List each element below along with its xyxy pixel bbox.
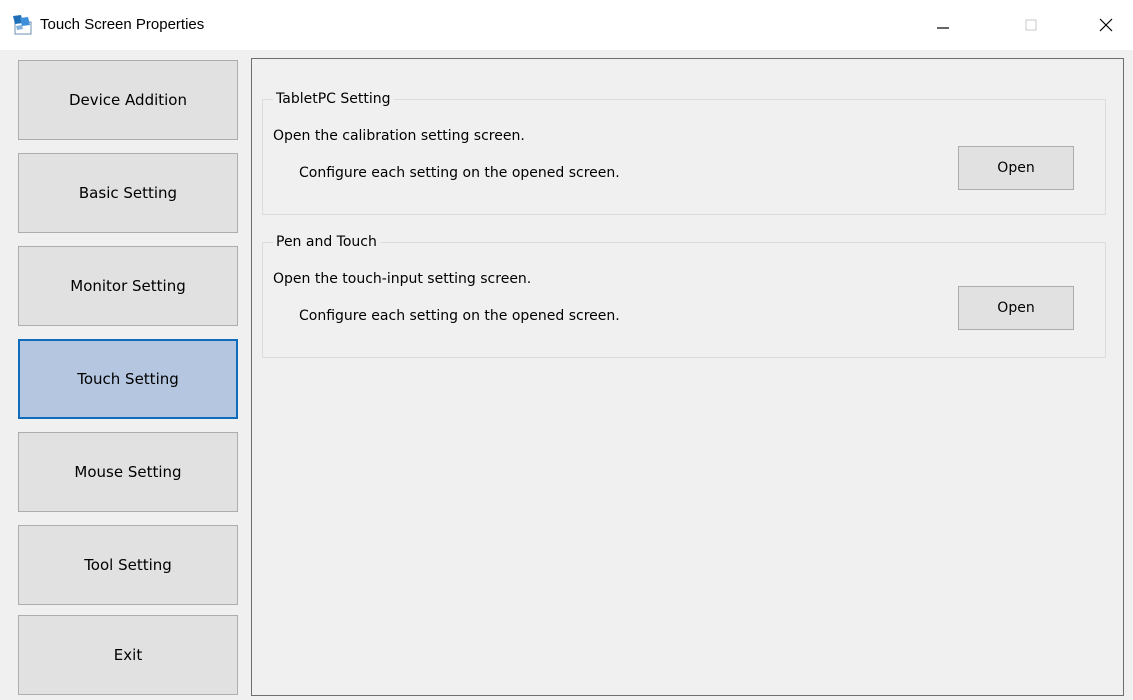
nav-button-label: Monitor Setting <box>70 277 186 295</box>
nav-button-label: Basic Setting <box>78 184 178 202</box>
open-touch-input-button[interactable]: Open <box>958 286 1074 330</box>
nav-button-label: Exit <box>113 646 143 664</box>
close-icon <box>1099 18 1113 32</box>
content-panel: TabletPC Setting Open the calibration se… <box>251 58 1124 696</box>
window-body: Device Addition Basic Setting Monitor Se… <box>0 50 1133 700</box>
minimize-icon <box>937 27 949 29</box>
nav-button-label: Touch Setting <box>77 370 179 388</box>
group-pen-and-touch: Pen and Touch Open the touch-input setti… <box>262 232 1106 358</box>
app-icon <box>12 14 34 36</box>
nav-button-exit[interactable]: Exit <box>18 615 238 695</box>
group-tabletpc-setting: TabletPC Setting Open the calibration se… <box>262 89 1106 215</box>
open-calibration-button[interactable]: Open <box>958 146 1074 190</box>
group-title: Pen and Touch <box>273 232 380 252</box>
group-instruction: Configure each setting on the opened scr… <box>299 308 620 324</box>
minimize-button[interactable] <box>915 0 971 50</box>
group-description: Open the touch-input setting screen. <box>273 271 532 287</box>
maximize-button[interactable] <box>1003 0 1059 50</box>
nav-button-device-addition[interactable]: Device Addition <box>18 60 238 140</box>
group-description: Open the calibration setting screen. <box>273 128 525 144</box>
open-button-label: Open <box>997 300 1035 316</box>
open-button-label: Open <box>997 160 1035 176</box>
close-button[interactable] <box>1078 0 1133 50</box>
nav-button-basic-setting[interactable]: Basic Setting <box>18 153 238 233</box>
nav-button-touch-setting[interactable]: Touch Setting <box>18 339 238 419</box>
window-title: Touch Screen Properties <box>40 16 205 33</box>
nav-button-mouse-setting[interactable]: Mouse Setting <box>18 432 238 512</box>
group-instruction: Configure each setting on the opened scr… <box>299 165 620 181</box>
nav-button-monitor-setting[interactable]: Monitor Setting <box>18 246 238 326</box>
group-title: TabletPC Setting <box>273 89 394 109</box>
nav-button-label: Tool Setting <box>84 556 172 574</box>
maximize-icon <box>1025 19 1037 31</box>
nav-button-label: Device Addition <box>68 91 187 109</box>
title-bar: Touch Screen Properties <box>0 0 1133 50</box>
nav-button-label: Mouse Setting <box>74 463 182 481</box>
nav-button-tool-setting[interactable]: Tool Setting <box>18 525 238 605</box>
